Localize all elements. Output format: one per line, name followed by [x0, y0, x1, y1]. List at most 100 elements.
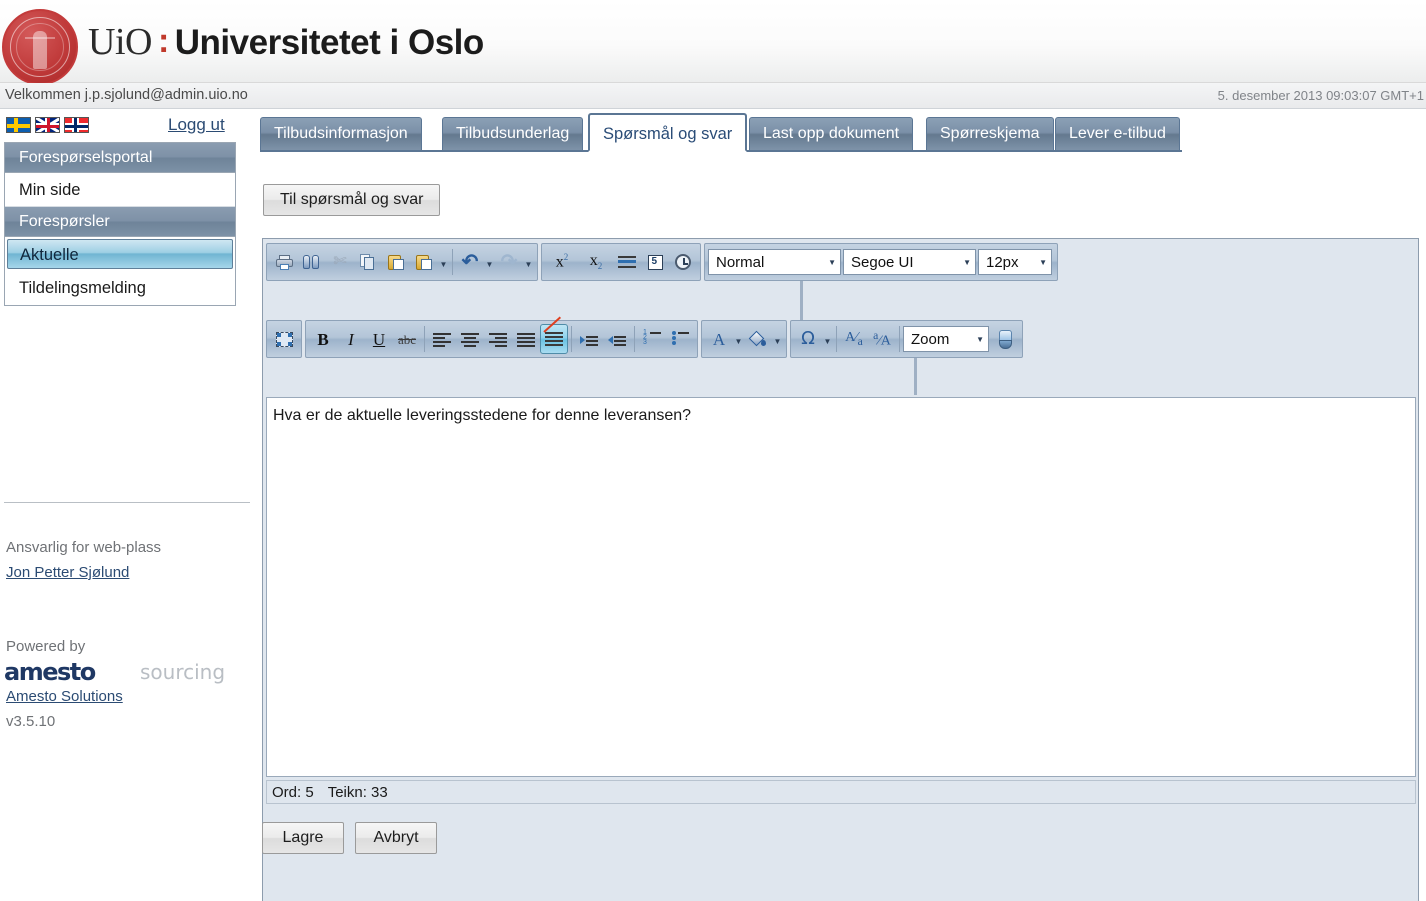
welcome-text: Velkommen j.p.sjolund@admin.uio.no [5, 87, 248, 103]
highlight-color-icon[interactable] [744, 324, 772, 354]
word-count-label: Ord: 5 [272, 783, 314, 801]
special-character-icon[interactable]: Ω [794, 324, 822, 354]
font-size-value: 12px [986, 253, 1019, 271]
server-datetime: 5. desember 2013 09:03:07 GMT+1 [1217, 88, 1424, 103]
underline-icon[interactable]: U [365, 324, 393, 354]
indent-increase-icon[interactable] [575, 324, 603, 354]
tab-last-opp-dokument[interactable]: Last opp dokument [749, 117, 914, 150]
tab-tilbudsinformasjon[interactable]: Tilbudsinformasjon [260, 117, 422, 150]
paste-icon[interactable] [382, 247, 410, 277]
toolbar-separator [571, 326, 572, 352]
paragraph-style-select[interactable]: Normal ▼ [708, 249, 841, 275]
editor-toolbar: ✄ ▼ ↶ ▼ ↷ ▼ x2 x2 5 Normal ▼ Segoe UI ▼ … [263, 239, 1418, 395]
superscript-icon[interactable]: x2 [545, 247, 579, 277]
align-justify-icon[interactable] [512, 324, 540, 354]
rich-text-editor: ✄ ▼ ↶ ▼ ↷ ▼ x2 x2 5 Normal ▼ Segoe UI ▼ … [262, 238, 1419, 901]
toolbar-row-2: B I U abc 123 A ▼ ▼ Ω ▼ A⁄a a⁄A Zoom ▼ [266, 316, 1026, 358]
special-character-caret-icon[interactable]: ▼ [822, 324, 833, 354]
print-icon[interactable] [270, 247, 298, 277]
spellcheck-icon[interactable]: A⁄a [840, 324, 868, 354]
flag-norway-icon[interactable] [64, 117, 89, 133]
sidebar-divider [4, 502, 250, 503]
zoom-select[interactable]: Zoom ▼ [903, 326, 989, 352]
amesto-solutions-link[interactable]: Amesto Solutions [6, 688, 123, 705]
select-all-icon[interactable] [270, 324, 298, 354]
subscript-icon[interactable]: x2 [579, 247, 613, 277]
responsible-person-link[interactable]: Jon Petter Sjølund [6, 564, 129, 581]
toolbar-group-select-all [266, 320, 302, 358]
uio-wordmark: UiO: Universitetet i Oslo [88, 20, 484, 64]
toolbar-group-text-script: x2 x2 5 [541, 243, 701, 281]
tab-sporreskjema[interactable]: Spørreskjema [926, 117, 1054, 150]
toolbar-group-colors: A ▼ ▼ [701, 320, 787, 358]
sidebar-item-min-side[interactable]: Min side [5, 173, 235, 207]
sidebar: Logg ut Forespørselsportal Min side Fore… [0, 109, 255, 901]
toolbar-row-1: ✄ ▼ ↶ ▼ ↷ ▼ x2 x2 5 Normal ▼ Segoe UI ▼ … [266, 243, 1061, 281]
align-center-icon[interactable] [456, 324, 484, 354]
sidebar-item-tildelingsmelding[interactable]: Tildelingsmelding [5, 271, 235, 305]
table-icon[interactable]: 5 [641, 247, 669, 277]
cancel-button[interactable]: Avbryt [355, 822, 437, 854]
logout-link[interactable]: Logg ut [168, 115, 225, 135]
paste-special-caret-icon[interactable]: ▼ [438, 247, 449, 277]
editor-content-text: Hva er de aktuelle leveringsstedene for … [273, 407, 692, 424]
font-family-select[interactable]: Segoe UI ▼ [843, 249, 976, 275]
horizontal-rule-icon[interactable] [613, 247, 641, 277]
datetime-icon[interactable] [669, 247, 697, 277]
italic-icon[interactable]: I [337, 324, 365, 354]
wordmark-uio: UiO [88, 21, 152, 63]
version-label: v3.5.10 [6, 713, 56, 730]
tab-sporsmal-og-svar[interactable]: Spørsmål og svar [588, 113, 748, 152]
toolbar-drag-handle-2[interactable] [914, 358, 917, 395]
paragraph-style-value: Normal [716, 253, 765, 271]
tab-lever-e-tilbud[interactable]: Lever e-tilbud [1055, 117, 1180, 150]
toolbar-group-file-clipboard: ✄ ▼ ↶ ▼ ↷ ▼ [266, 243, 538, 281]
bulleted-list-icon[interactable] [666, 324, 694, 354]
tab-strip: Tilbudsinformasjon Tilbudsunderlag Spørs… [260, 113, 1182, 152]
align-right-icon[interactable] [484, 324, 512, 354]
paste-special-icon[interactable] [410, 247, 438, 277]
undo-icon[interactable]: ↶ [456, 247, 484, 277]
responsible-label: Ansvarlig for web-plass [6, 539, 162, 556]
flag-sweden-icon[interactable] [6, 117, 31, 133]
welcome-bar: Velkommen j.p.sjolund@admin.uio.no 5. de… [0, 83, 1426, 109]
powered-by-label: Powered by [6, 638, 86, 655]
toolbar-group-special: Ω ▼ A⁄a a⁄A Zoom ▼ [790, 320, 1023, 358]
redo-caret-icon[interactable]: ▼ [523, 247, 534, 277]
language-icon[interactable]: a⁄A [868, 324, 896, 354]
form-action-buttons: Lagre Avbryt [262, 822, 437, 854]
align-left-icon[interactable] [428, 324, 456, 354]
font-size-select[interactable]: 12px ▼ [978, 249, 1052, 275]
copy-icon[interactable] [354, 247, 382, 277]
editor-status-bar: Ord: 5 Teikn: 33 [266, 780, 1416, 804]
bold-icon[interactable]: B [309, 324, 337, 354]
tab-tilbudsunderlag[interactable]: Tilbudsunderlag [442, 117, 584, 150]
toolbar-separator [452, 249, 453, 275]
main-content: Tilbudsinformasjon Tilbudsunderlag Spørs… [255, 109, 1426, 901]
font-color-caret-icon[interactable]: ▼ [733, 324, 744, 354]
redo-icon[interactable]: ↷ [495, 247, 523, 277]
uio-seal-logo [2, 9, 78, 85]
cut-icon[interactable]: ✄ [326, 247, 354, 277]
undo-caret-icon[interactable]: ▼ [484, 247, 495, 277]
sidebar-item-aktuelle[interactable]: Aktuelle [7, 239, 233, 269]
strikethrough-icon[interactable]: abc [393, 324, 421, 354]
numbered-list-icon[interactable]: 123 [638, 324, 666, 354]
zoom-value: Zoom [911, 330, 950, 348]
char-count-label: Teikn: 33 [327, 783, 388, 801]
toolbar-separator [634, 326, 635, 352]
toolbar-separator [836, 326, 837, 352]
toolbar-drag-handle-1[interactable] [800, 281, 803, 320]
highlight-color-caret-icon[interactable]: ▼ [772, 324, 783, 354]
find-icon[interactable] [298, 247, 326, 277]
sourcing-logo: sourcing [140, 660, 226, 684]
font-color-icon[interactable]: A [705, 324, 733, 354]
clear-formatting-icon[interactable] [540, 316, 568, 354]
flag-uk-icon[interactable] [35, 117, 60, 133]
indent-decrease-icon[interactable] [603, 324, 631, 354]
maximize-icon[interactable] [991, 324, 1019, 354]
save-button[interactable]: Lagre [262, 822, 344, 854]
goto-questions-answers-button[interactable]: Til spørsmål og svar [263, 184, 441, 216]
editor-content-area[interactable]: Hva er de aktuelle leveringsstedene for … [266, 397, 1416, 777]
amesto-logo: amesto [4, 658, 96, 686]
